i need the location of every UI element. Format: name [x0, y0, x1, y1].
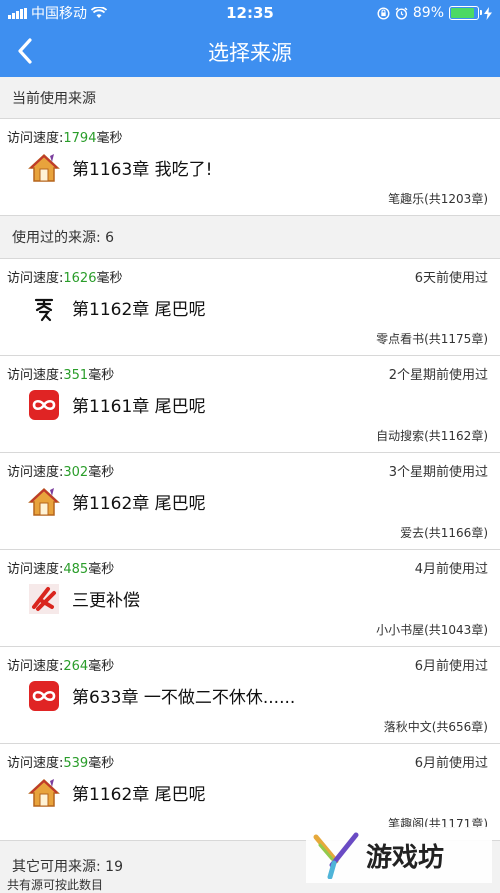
access-speed: 访问速度:302毫秒 — [7, 465, 115, 480]
page-title: 选择来源 — [208, 40, 292, 65]
chapter-title: 第1163章 我吃了! — [72, 160, 213, 180]
access-speed: 访问速度:485毫秒 — [7, 562, 115, 577]
rotation-lock-icon — [377, 6, 390, 20]
chapter-title: 第1162章 尾巴呢 — [72, 785, 206, 805]
chapter-title: 第1161章 尾巴呢 — [72, 397, 206, 417]
nav-bar: 选择来源 — [0, 26, 500, 77]
source-name: 爱去(共1166章) — [400, 526, 488, 540]
house-icon — [28, 487, 60, 516]
infinity-icon — [29, 390, 59, 420]
used-source-item[interactable]: 访问速度:485毫秒 4月前使用过 三更补偿 小小书屋(共1043章) — [0, 550, 500, 647]
source-name: 自动搜索(共1162章) — [376, 429, 488, 443]
used-source-item[interactable]: 访问速度:351毫秒 2个星期前使用过 第1161章 尾巴呢 自动搜索(共116… — [0, 356, 500, 453]
chapter-title: 三更补偿 — [72, 591, 140, 611]
used-sources-header: 使用过的来源: 6 — [0, 216, 500, 258]
last-used-time: 2个星期前使用过 — [388, 368, 488, 383]
alarm-icon — [395, 6, 408, 20]
access-speed: 访问速度:539毫秒 — [7, 756, 115, 771]
chapter-title: 第633章 一不做二不休休...... — [72, 688, 296, 708]
battery-percent: 89% — [412, 5, 444, 21]
wifi-icon — [91, 7, 107, 18]
watermark-text: 游戏坊 — [366, 842, 445, 873]
calligraphy-icon — [34, 298, 54, 322]
game-logo-icon — [313, 832, 359, 879]
last-used-time: 3个星期前使用过 — [388, 465, 488, 480]
used-source-item[interactable]: 访问速度:1626毫秒 6天前使用过 第1162章 尾巴呢 零点看书(共1175… — [0, 258, 500, 356]
current-source-header: 当前使用来源 — [0, 77, 500, 118]
last-used-time: 6天前使用过 — [414, 271, 488, 286]
source-name: 落秋中文(共656章) — [383, 720, 488, 734]
source-name: 笔趣乐(共1203章) — [388, 192, 488, 206]
charging-icon — [484, 6, 492, 20]
source-name: 零点看书(共1175章) — [376, 332, 488, 346]
source-name: 小小书屋(共1043章) — [376, 623, 488, 637]
access-speed: 访问速度:1794毫秒 — [7, 131, 123, 146]
watermark: 游戏坊 — [306, 827, 492, 883]
last-used-time: 6月前使用过 — [414, 756, 488, 771]
infinity-icon — [29, 681, 59, 711]
access-speed: 访问速度:264毫秒 — [7, 659, 115, 674]
last-used-time: 4月前使用过 — [414, 562, 488, 577]
access-speed: 访问速度:1626毫秒 — [7, 271, 123, 286]
top-bar: 中国移动 12:35 89% 选择来源 — [0, 0, 500, 77]
chevron-left-icon — [18, 38, 32, 64]
house-icon — [28, 153, 60, 182]
red-brush-icon — [29, 584, 59, 614]
used-source-item[interactable]: 访问速度:302毫秒 3个星期前使用过 第1162章 尾巴呢 爱去(共1166章… — [0, 453, 500, 550]
battery-icon — [449, 6, 482, 20]
house-icon — [28, 778, 60, 807]
last-used-time: 6月前使用过 — [414, 659, 488, 674]
status-bar: 中国移动 12:35 89% — [0, 0, 500, 26]
current-source-item[interactable]: 访问速度:1794毫秒 第1163章 我吃了! 笔趣乐(共1203章) — [0, 118, 500, 216]
back-button[interactable] — [10, 36, 40, 66]
chapter-title: 第1162章 尾巴呢 — [72, 300, 206, 320]
signal-icon — [8, 7, 27, 19]
carrier-label: 中国移动 — [31, 6, 87, 22]
used-source-item[interactable]: 访问速度:264毫秒 6月前使用过 第633章 一不做二不休休...... 落秋… — [0, 647, 500, 744]
partial-text: 共有源可按此数目 — [7, 878, 104, 892]
access-speed: 访问速度:351毫秒 — [7, 368, 115, 383]
chapter-title: 第1162章 尾巴呢 — [72, 494, 206, 514]
